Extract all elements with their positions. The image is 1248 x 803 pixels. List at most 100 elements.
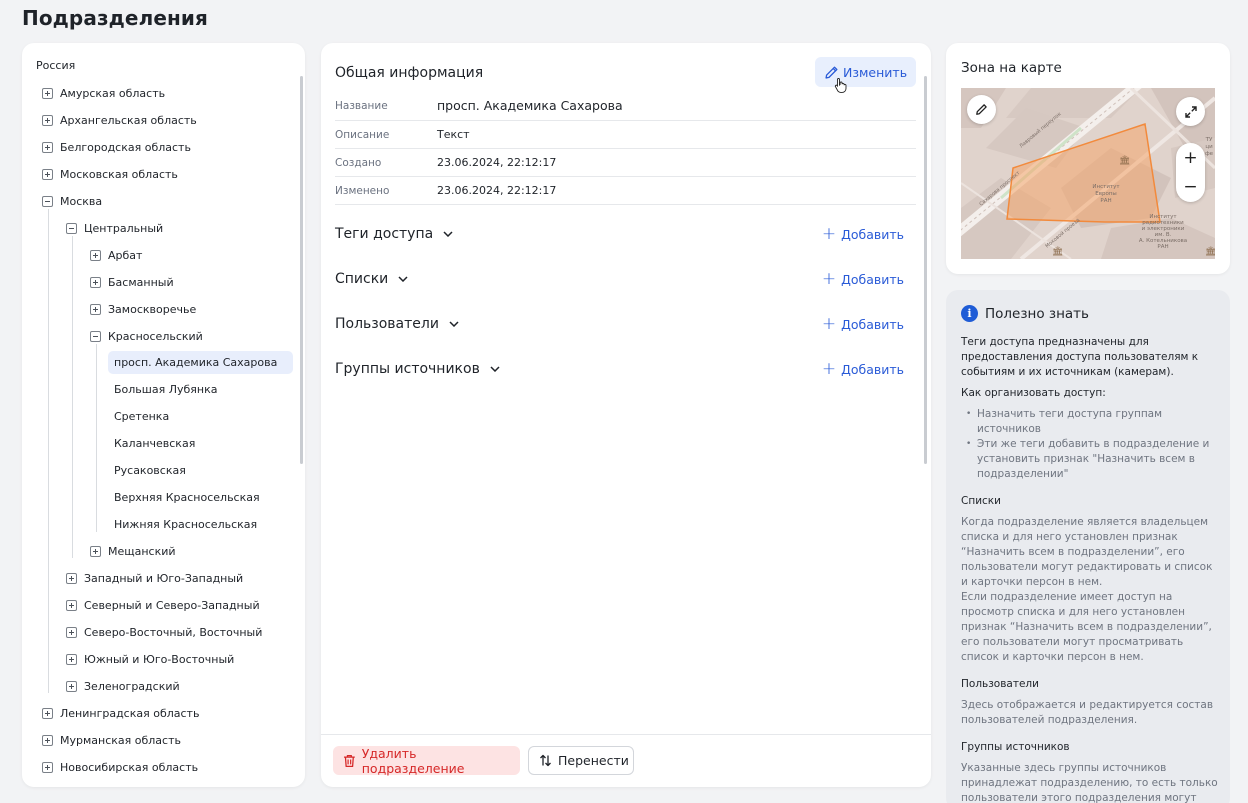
- expand-icon[interactable]: [66, 681, 77, 692]
- tree-item-krasnoselsky[interactable]: Красносельский: [90, 325, 203, 348]
- tree-item-belgorod[interactable]: Белгородская область: [42, 136, 191, 159]
- map-place-label: Европы: [1095, 191, 1117, 197]
- footer-divider: [321, 734, 931, 735]
- tree-item-label: Центральный: [84, 222, 164, 235]
- accordion-users[interactable]: Пользователи + Добавить: [335, 310, 916, 338]
- expand-icon[interactable]: [42, 735, 53, 746]
- expand-arrows-icon: [1184, 105, 1197, 118]
- expand-icon[interactable]: [90, 304, 101, 315]
- collapse-icon[interactable]: [42, 196, 53, 207]
- field-value: Текст: [437, 128, 470, 141]
- tips-body: Теги доступа предназначены для предостав…: [961, 335, 1219, 803]
- tree-item-arkhangelsk[interactable]: Архангельская область: [42, 109, 197, 132]
- field-row-name: Название просп. Академика Сахарова: [335, 91, 916, 121]
- add-source-group-button[interactable]: + Добавить: [822, 360, 916, 378]
- tree-scrollbar[interactable]: [300, 76, 303, 464]
- tips-bullets: Назначить теги доступа группам источнико…: [961, 407, 1219, 482]
- tree-item-kalanchevskaya[interactable]: Каланчевская: [108, 432, 195, 455]
- tree-guide-line: [48, 209, 49, 693]
- tree-item-zamoskvorechye[interactable]: Замоскворечье: [90, 298, 196, 321]
- delete-department-button[interactable]: Удалить подразделение: [333, 745, 520, 776]
- collapse-icon[interactable]: [90, 331, 101, 342]
- tree-item-amur[interactable]: Амурская область: [42, 82, 165, 105]
- field-row-description: Описание Текст: [335, 121, 916, 149]
- tips-header: i Полезно знать: [961, 305, 1089, 322]
- expand-icon[interactable]: [42, 708, 53, 719]
- add-button-label: Добавить: [841, 226, 904, 242]
- plus-icon: +: [821, 313, 837, 334]
- accordion-access-tags[interactable]: Теги доступа + Добавить: [335, 220, 916, 248]
- tree-item-nizhnyaya[interactable]: Нижняя Красносельская: [108, 513, 257, 536]
- tree-item-severo-vostochny[interactable]: Северо-Восточный, Восточный: [66, 621, 262, 644]
- tips-lists-text: Когда подразделение является владельцем …: [961, 516, 1213, 588]
- accordion-title: Теги доступа: [335, 226, 434, 242]
- tree-item-sakharova-selected[interactable]: просп. Академика Сахарова: [108, 351, 293, 374]
- tree-item-central[interactable]: Центральный: [66, 217, 163, 240]
- move-department-button[interactable]: Перенести: [528, 746, 634, 775]
- zoom-out-button[interactable]: −: [1176, 172, 1205, 201]
- field-label: Описание: [335, 128, 390, 141]
- add-list-button[interactable]: + Добавить: [822, 270, 916, 288]
- delete-button-label: Удалить подразделение: [361, 745, 465, 776]
- tree-item-meshchansky[interactable]: Мещанский: [90, 540, 176, 563]
- tree-item-lubyanka[interactable]: Большая Лубянка: [108, 378, 217, 401]
- tree-item-verkhnyaya[interactable]: Верхняя Красносельская: [108, 486, 260, 509]
- page-title: Подразделения: [22, 6, 208, 30]
- expand-icon[interactable]: [42, 88, 53, 99]
- tree-item-sretenka[interactable]: Сретенка: [108, 405, 169, 428]
- expand-icon[interactable]: [66, 627, 77, 638]
- map-view[interactable]: 🏛 🏛 🏛 Сахарова проспект Лавровый переуло…: [961, 88, 1215, 259]
- tree-item-severny[interactable]: Северный и Северо-Западный: [66, 594, 260, 617]
- map-zone-panel: Зона на карте 🏛 🏛 🏛 Сахарова проспект Ла…: [946, 43, 1230, 274]
- svg-text:🏛: 🏛: [1119, 155, 1130, 166]
- tree-item-label: Большая Лубянка: [114, 383, 218, 396]
- tree-item-zelenogradsky[interactable]: Зеленоградский: [66, 675, 180, 698]
- field-value: просп. Академика Сахарова: [437, 98, 623, 113]
- tree-item-label: Северный и Северо-Западный: [84, 599, 260, 612]
- tree-item-label: Зеленоградский: [84, 680, 180, 693]
- map-place-label: фе: [1205, 151, 1214, 157]
- tree-item-arbat[interactable]: Арбат: [90, 244, 142, 267]
- collapse-icon[interactable]: [66, 223, 77, 234]
- tree-item-label: Западный и Юго-Западный: [84, 572, 244, 585]
- zoom-in-button[interactable]: +: [1176, 143, 1205, 172]
- map-fullscreen-button[interactable]: [1176, 97, 1205, 126]
- tips-groups-title: Группы источников: [961, 741, 1070, 753]
- tree-item-yuzhny[interactable]: Южный и Юго-Восточный: [66, 648, 234, 671]
- expand-icon[interactable]: [66, 600, 77, 611]
- details-scrollbar[interactable]: [924, 76, 927, 464]
- expand-icon[interactable]: [66, 654, 77, 665]
- expand-icon[interactable]: [42, 762, 53, 773]
- tree-item-rusakovskaya[interactable]: Русаковская: [108, 459, 186, 482]
- expand-icon[interactable]: [66, 573, 77, 584]
- expand-icon[interactable]: [90, 546, 101, 557]
- accordion-source-groups[interactable]: Группы источников + Добавить: [335, 355, 916, 383]
- map-place-label: Институт: [1092, 184, 1120, 190]
- info-icon: i: [961, 305, 978, 322]
- accordion-title: Пользователи: [335, 316, 439, 332]
- expand-icon[interactable]: [42, 169, 53, 180]
- tree-item-novosibirsk[interactable]: Новосибирская область: [42, 756, 198, 779]
- move-button-label: Перенести: [558, 753, 629, 768]
- tips-title: Полезно знать: [985, 305, 1089, 322]
- tree-item-murmansk[interactable]: Мурманская область: [42, 729, 181, 752]
- expand-icon[interactable]: [90, 250, 101, 261]
- expand-icon[interactable]: [42, 142, 53, 153]
- add-tag-button[interactable]: + Добавить: [822, 225, 916, 243]
- chevron-down-icon: [490, 366, 500, 372]
- accordion-lists[interactable]: Списки + Добавить: [335, 265, 916, 293]
- add-user-button[interactable]: + Добавить: [821, 313, 916, 334]
- tips-panel: i Полезно знать Теги доступа предназначе…: [946, 290, 1230, 803]
- expand-icon[interactable]: [42, 115, 53, 126]
- tree-item-basmanny[interactable]: Басманный: [90, 271, 174, 294]
- tree-item-zapadny[interactable]: Западный и Юго-Западный: [66, 567, 243, 590]
- tree-root-label[interactable]: Россия: [36, 59, 75, 72]
- tree-item-label: Северо-Восточный, Восточный: [84, 626, 263, 639]
- map-draw-button[interactable]: [967, 95, 996, 124]
- expand-icon[interactable]: [90, 277, 101, 288]
- edit-button[interactable]: Изменить: [815, 57, 916, 87]
- tips-bullet: Назначить теги доступа группам источнико…: [961, 407, 1219, 437]
- tree-item-moscow-oblast[interactable]: Московская область: [42, 163, 178, 186]
- tree-item-moscow[interactable]: Москва: [42, 190, 102, 213]
- tree-item-leningrad[interactable]: Ленинградская область: [42, 702, 199, 725]
